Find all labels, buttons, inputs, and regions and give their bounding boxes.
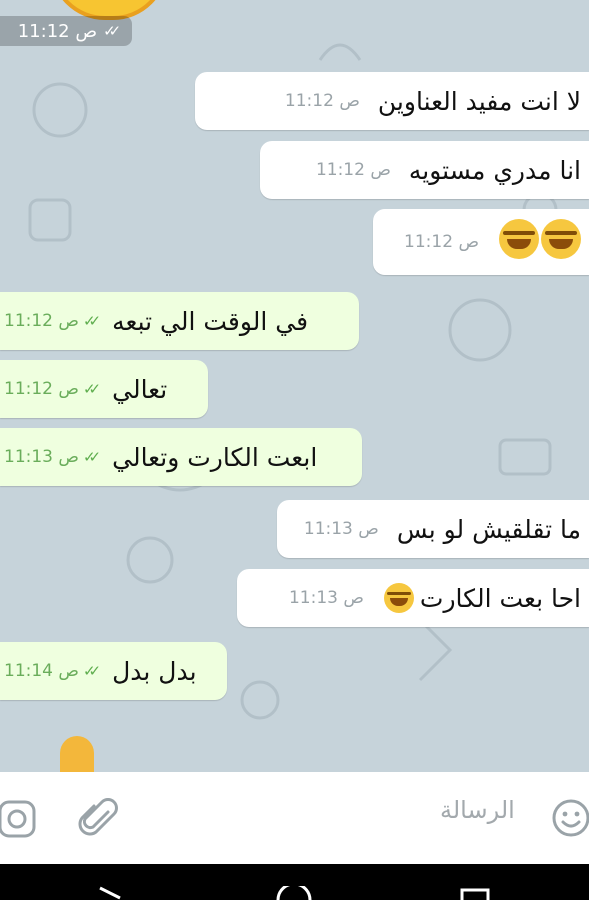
message-time: 11:12 ص xyxy=(4,379,79,399)
message-bubble[interactable]: ما تقلقيش لو بس 11:13 ص xyxy=(277,500,589,558)
message-time: 11:14 ص xyxy=(4,661,79,681)
recents-icon[interactable] xyxy=(460,888,490,900)
message-text: ما تقلقيش لو بس xyxy=(396,514,581,544)
message-time: 11:12 ص xyxy=(404,232,479,252)
read-ticks-icon: ✓✓ xyxy=(82,662,101,680)
message-text: ابعت الكارت وتعالي xyxy=(112,442,318,472)
message-time: 11:12 ص xyxy=(4,311,79,331)
laughing-emoji-icon xyxy=(383,583,414,613)
message-bubble[interactable]: 11:12 ص xyxy=(373,209,589,275)
message-time: 11:13 ص xyxy=(4,447,79,467)
message-text: احا بعت الكارت xyxy=(419,583,581,613)
message-text: لا انت مفيد العناوين xyxy=(377,86,581,116)
back-icon[interactable] xyxy=(98,886,124,900)
message-text: في الوقت الي تبعه xyxy=(112,306,309,336)
message-bubble[interactable]: تعالي 11:12 ص ✓✓ xyxy=(0,360,208,418)
message-bubble[interactable]: بدل بدل 11:14 ص ✓✓ xyxy=(0,642,227,700)
message-bubble[interactable]: في الوقت الي تبعه 11:12 ص ✓✓ xyxy=(0,292,359,350)
message-text: انا مدري مستويه xyxy=(408,155,581,185)
laughing-emoji-icon xyxy=(499,219,539,259)
laughing-emoji-icon xyxy=(541,219,581,259)
emoji-picker-icon[interactable] xyxy=(551,798,589,838)
read-ticks-icon: ✓✓ xyxy=(103,22,121,40)
message-time: 11:13 ص xyxy=(303,519,379,539)
message-time: 11:13 ص xyxy=(288,588,364,608)
read-ticks-icon: ✓✓ xyxy=(82,380,101,398)
message-text: تعالي xyxy=(112,374,168,404)
camera-icon[interactable] xyxy=(0,798,38,840)
message-bubble[interactable]: احا بعت الكارت 11:13 ص xyxy=(237,569,589,627)
sticker-time-badge: 11:12 ص ✓✓ xyxy=(0,16,132,46)
message-bubble[interactable]: ابعت الكارت وتعالي 11:13 ص ✓✓ xyxy=(0,428,362,486)
message-bubble[interactable]: انا مدري مستويه 11:12 ص xyxy=(260,141,589,199)
message-emoji xyxy=(497,219,581,265)
read-ticks-icon: ✓✓ xyxy=(82,448,101,466)
message-input[interactable]: الرسالة xyxy=(440,796,515,824)
paperclip-icon[interactable] xyxy=(78,798,122,842)
message-time: 11:12 ص xyxy=(284,91,360,111)
sticker-time: 11:12 ص xyxy=(17,20,98,42)
read-ticks-icon: ✓✓ xyxy=(82,312,101,330)
partial-emoji-sticker xyxy=(60,736,94,772)
message-time: 11:12 ص xyxy=(315,160,391,180)
android-nav-bar xyxy=(0,864,589,900)
message-bubble[interactable]: لا انت مفيد العناوين 11:12 ص xyxy=(195,72,589,130)
home-icon[interactable] xyxy=(276,886,312,900)
chat-area[interactable]: 11:12 ص ✓✓ لا انت مفيد العناوين 11:12 ص … xyxy=(0,0,589,772)
message-text: بدل بدل xyxy=(112,656,197,686)
